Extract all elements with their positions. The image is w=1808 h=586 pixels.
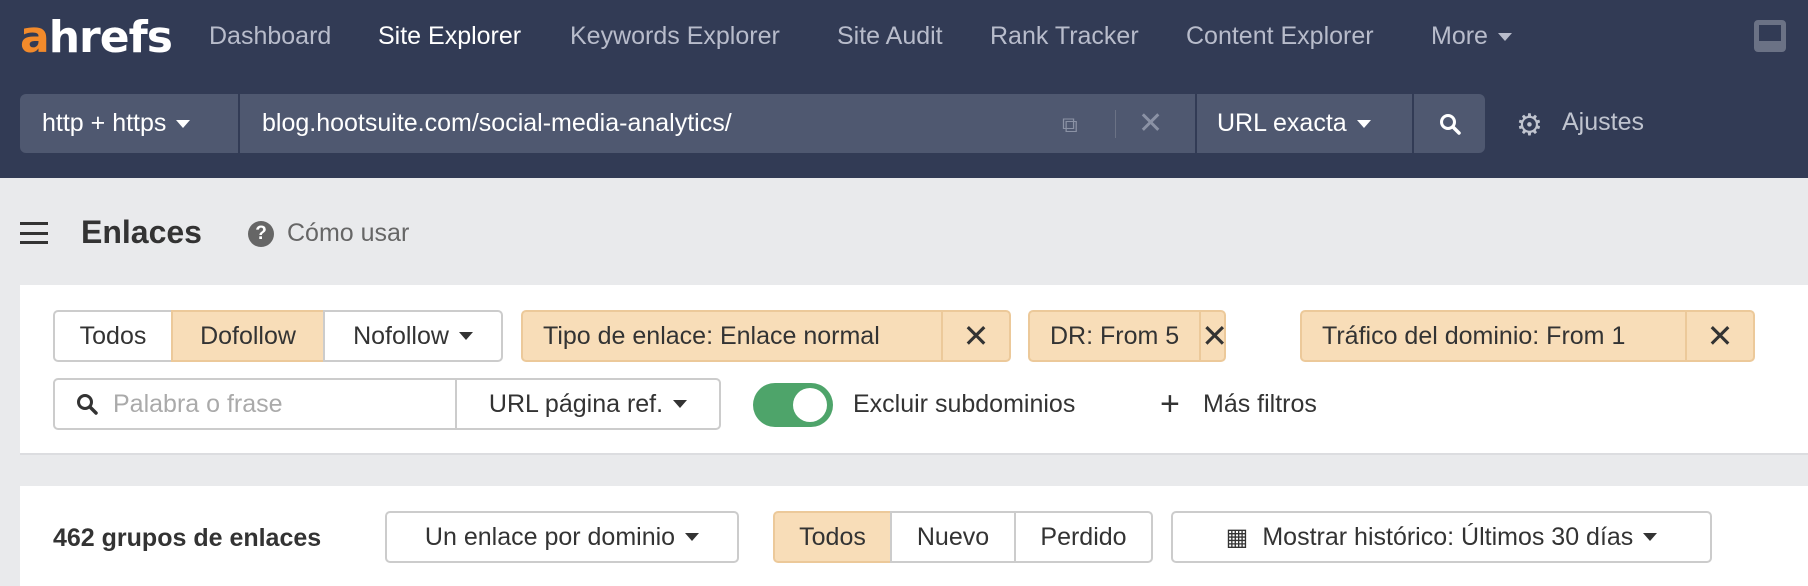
- caret-down-icon: [673, 400, 688, 408]
- divider: [1115, 110, 1116, 138]
- nav-more[interactable]: More: [1431, 22, 1512, 51]
- search-scope-select[interactable]: URL página ref.: [455, 378, 721, 430]
- nav-dashboard[interactable]: Dashboard: [209, 22, 331, 51]
- open-external-icon[interactable]: ⧉: [1062, 112, 1078, 138]
- clear-icon[interactable]: ✕: [1138, 106, 1163, 141]
- inbox-icon[interactable]: [1754, 20, 1786, 52]
- nav-more-label: More: [1431, 22, 1488, 50]
- close-icon[interactable]: ✕: [1685, 312, 1753, 360]
- caret-down-icon: [1356, 119, 1371, 128]
- keyword-search-input[interactable]: Palabra o frase: [53, 378, 457, 430]
- status-perdido[interactable]: Perdido: [1014, 511, 1153, 563]
- help-icon[interactable]: ?: [248, 221, 274, 247]
- nav-keywords-explorer[interactable]: Keywords Explorer: [570, 22, 780, 51]
- how-to-link[interactable]: Cómo usar: [287, 219, 409, 248]
- search-button[interactable]: [1414, 94, 1485, 153]
- status-todos[interactable]: Todos: [773, 511, 892, 563]
- nav-site-explorer[interactable]: Site Explorer: [378, 22, 521, 51]
- caret-down-icon: [176, 119, 191, 128]
- nofollow-label: Nofollow: [353, 321, 449, 350]
- close-icon[interactable]: ✕: [1199, 312, 1228, 360]
- search-icon: [77, 394, 98, 415]
- nav-site-audit[interactable]: Site Audit: [837, 22, 943, 51]
- caret-down-icon: [1643, 533, 1658, 541]
- caret-down-icon: [685, 533, 700, 541]
- plus-icon[interactable]: +: [1160, 385, 1180, 424]
- exclude-subdomains-toggle[interactable]: [753, 383, 833, 427]
- filter-chip-dr: DR: From 5 ✕: [1028, 310, 1228, 362]
- filter-todos[interactable]: Todos: [53, 310, 173, 362]
- top-header: ahrefs Dashboard Site Explorer Keywords …: [0, 0, 1808, 178]
- filter-nofollow[interactable]: Nofollow: [323, 310, 503, 362]
- mode-label: URL exacta: [1217, 109, 1347, 137]
- caret-down-icon: [1497, 33, 1512, 42]
- chip-label: Tipo de enlace: Enlace normal: [543, 321, 880, 350]
- search-placeholder: Palabra o frase: [113, 389, 283, 418]
- nav-rank-tracker[interactable]: Rank Tracker: [990, 22, 1139, 51]
- ahrefs-logo[interactable]: ahrefs: [20, 12, 173, 63]
- grouping-select[interactable]: Un enlace por dominio: [385, 511, 739, 563]
- more-filters-button[interactable]: Más filtros: [1203, 390, 1317, 419]
- calendar-icon: ▦: [1225, 523, 1249, 551]
- menu-icon[interactable]: [20, 222, 48, 244]
- chip-label: DR: From 5: [1050, 321, 1180, 350]
- nav-content-explorer[interactable]: Content Explorer: [1186, 22, 1374, 51]
- exclude-subdomains-label: Excluir subdominios: [853, 390, 1076, 418]
- scope-label: URL página ref.: [488, 389, 664, 418]
- settings-link[interactable]: Ajustes: [1562, 108, 1644, 137]
- history-select[interactable]: ▦ Mostrar histórico: Últimos 30 días: [1171, 511, 1712, 563]
- filter-dofollow[interactable]: Dofollow: [171, 310, 325, 362]
- search-icon: [1439, 113, 1461, 135]
- chip-label: Tráfico del dominio: From 1: [1322, 321, 1626, 350]
- protocol-select[interactable]: http + https: [20, 94, 238, 153]
- results-count: 462 grupos de enlaces: [53, 524, 322, 552]
- filter-chip-traffic: Tráfico del dominio: From 1 ✕: [1300, 310, 1755, 362]
- filter-chip-link-type: Tipo de enlace: Enlace normal ✕: [521, 310, 1011, 362]
- caret-down-icon: [458, 332, 473, 340]
- protocol-label: http + https: [42, 109, 167, 137]
- history-label: Mostrar histórico: Últimos 30 días: [1262, 522, 1634, 551]
- mode-select[interactable]: URL exacta: [1197, 94, 1412, 153]
- url-input[interactable]: blog.hootsuite.com/social-media-analytic…: [240, 94, 1195, 153]
- page-title: Enlaces: [81, 214, 202, 250]
- close-icon[interactable]: ✕: [941, 312, 1009, 360]
- status-nuevo[interactable]: Nuevo: [890, 511, 1016, 563]
- gear-icon[interactable]: ⚙: [1516, 108, 1543, 143]
- grouping-label: Un enlace por dominio: [424, 522, 676, 551]
